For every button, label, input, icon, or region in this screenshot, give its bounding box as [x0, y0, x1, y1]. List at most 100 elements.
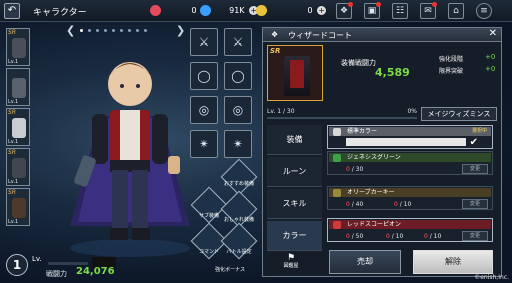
item-detail-panel: ❖ ウィザードコート ✕ SR 装備戦闘力 4,589 強化段階 +0 限界突破…	[262, 27, 502, 277]
slot-rarity: SR	[8, 29, 16, 36]
accessory-icon: ✴	[232, 137, 244, 151]
back-button[interactable]: ↶	[4, 3, 20, 19]
ring-slot-2[interactable]: ◯	[224, 62, 252, 90]
enhance-level-value: +0	[485, 53, 496, 61]
item-level-row: Lv. 1 / 30 0%	[267, 108, 417, 119]
blue-gem-icon	[200, 5, 211, 16]
standard-color-swatch	[346, 138, 466, 146]
encyclopedia-label: 図鑑屋	[283, 263, 299, 269]
item-name: ウィザードコート	[288, 31, 352, 40]
change-button[interactable]: 変更	[462, 199, 488, 209]
color-option-genesis-green[interactable]: ジェネシスグリーン 0 / 30 変更	[327, 151, 493, 175]
tab-color[interactable]: カラー	[267, 221, 322, 251]
check-icon: ✔	[469, 137, 478, 148]
earring-icon: ⚔	[198, 35, 210, 49]
color-swatch-icon	[333, 189, 341, 197]
mail-icon[interactable]: ✉	[420, 2, 437, 19]
slot-rarity: SR	[8, 109, 16, 116]
equip-slot-3[interactable]: SR Lv.1	[6, 108, 30, 146]
encyclopedia-button[interactable]: ⚑ 図鑑屋	[271, 250, 311, 274]
gold-coin-counter: 0 +	[256, 4, 327, 18]
gold-coin-icon	[256, 5, 267, 16]
equip-slot-4[interactable]: SR Lv.1	[6, 148, 30, 186]
slot-level: Lv.1	[8, 139, 19, 145]
material-count-2: 0 / 10	[394, 201, 412, 208]
selected-badge: 選択中	[471, 128, 487, 134]
color-option-olive-khaki[interactable]: オリーブカーキー 0 / 40 0 / 10 変更	[327, 186, 493, 210]
color-option-red-scorpion[interactable]: レッドスコーピオン 0 / 50 0 / 10 0 / 10 変更	[327, 218, 493, 242]
color-option-standard[interactable]: 標準カラー 選択中 ✔	[327, 125, 493, 149]
slot-level: Lv.1	[8, 179, 19, 185]
close-icon[interactable]: ✕	[489, 28, 497, 39]
bracelet-slot-2[interactable]: ◎	[224, 96, 252, 124]
book-icon: ⚑	[286, 253, 296, 263]
sell-button[interactable]: 売却	[329, 250, 401, 274]
battle-power-value: 24,076	[76, 266, 115, 277]
equip-slot-1[interactable]: SR Lv.1	[6, 28, 30, 66]
change-button[interactable]: 変更	[462, 231, 488, 241]
enhance-level-label: 強化段階	[439, 56, 464, 63]
recommended-equip-label: おすすめ装備	[223, 181, 254, 187]
slot-level: Lv.1	[8, 99, 19, 105]
boots-icon	[12, 198, 26, 218]
earring-icon: ⚔	[232, 35, 244, 49]
tab-rune[interactable]: ルーン	[267, 157, 322, 187]
earring-slot-2[interactable]: ⚔	[224, 28, 252, 56]
color-name: オリーブカーキー	[347, 189, 395, 196]
bracelet-slot[interactable]: ◎	[190, 96, 218, 124]
color-swatch-icon	[333, 154, 341, 162]
color-name: レッドスコーピオン	[347, 221, 402, 228]
release-button[interactable]: 解除	[413, 250, 493, 274]
red-gem-value: 0	[191, 6, 197, 15]
enhance-bonus-button[interactable]: 強化ボーナス	[210, 266, 250, 273]
add-gold-coin-button[interactable]: +	[317, 6, 327, 15]
character-sprite	[70, 62, 190, 257]
equip-slot-2[interactable]: Lv.1	[6, 68, 30, 106]
item-rarity: SR	[270, 47, 281, 55]
slot-level: Lv.1	[8, 59, 19, 65]
present-box-icon[interactable]: ▣	[364, 2, 381, 19]
coat-icon: ❖	[271, 30, 279, 39]
coat-icon	[12, 158, 26, 178]
gold-coin-value: 0	[307, 6, 313, 15]
ring-slot[interactable]: ◯	[190, 62, 218, 90]
battle-power-label: 戦闘力	[46, 270, 67, 278]
tab-equip[interactable]: 装備	[267, 125, 322, 155]
ring-icon: ◯	[231, 69, 245, 83]
item-exp-percent: 0%	[407, 108, 417, 115]
limit-break-label: 限界突破	[439, 68, 464, 75]
guild-icon[interactable]: ☷	[392, 3, 408, 19]
item-image: SR	[267, 45, 323, 101]
character-exp-bar	[48, 262, 88, 265]
gift-icon[interactable]: ❖	[336, 2, 353, 19]
earring-slot[interactable]: ⚔	[190, 28, 218, 56]
accessory-slot[interactable]: ✴	[190, 130, 218, 158]
blue-gem-counter: 91K +	[200, 4, 259, 18]
color-swatch-icon	[333, 128, 341, 136]
equip-power-label: 装備戦闘力	[341, 59, 376, 67]
material-count-2: 0 / 10	[386, 233, 404, 240]
color-name: 標準カラー	[347, 128, 378, 135]
page-indicator	[80, 28, 180, 34]
page-title: キャラクター	[33, 8, 87, 18]
bracelet-icon: ◎	[232, 103, 244, 117]
home-icon[interactable]: ⌂	[448, 3, 464, 19]
item-exp-bar	[267, 117, 417, 119]
character-level-label: Lv.	[32, 255, 42, 263]
red-gem-counter: 0	[150, 4, 197, 18]
battle-settings-label: バトル設定	[226, 249, 252, 255]
material-count-3: 0 / 10	[424, 233, 442, 240]
equip-slot-5[interactable]: SR Lv.1	[6, 188, 30, 226]
accessory-slot-2[interactable]: ✴	[224, 130, 252, 158]
glove-icon	[12, 118, 26, 138]
limit-break-value: +0	[485, 65, 496, 73]
panel-header: ❖ ウィザードコート ✕	[263, 28, 501, 42]
slot-rarity: SR	[8, 189, 16, 196]
slot-rarity: SR	[8, 149, 16, 156]
menu-icon[interactable]: ≡	[476, 3, 492, 19]
tab-skill[interactable]: スキル	[267, 189, 322, 219]
change-button[interactable]: 変更	[462, 164, 488, 174]
accessory-icon: ✴	[198, 137, 210, 151]
material-count: 0 / 50	[346, 233, 364, 240]
ability-button[interactable]: メイジウィズミンス	[421, 107, 497, 121]
